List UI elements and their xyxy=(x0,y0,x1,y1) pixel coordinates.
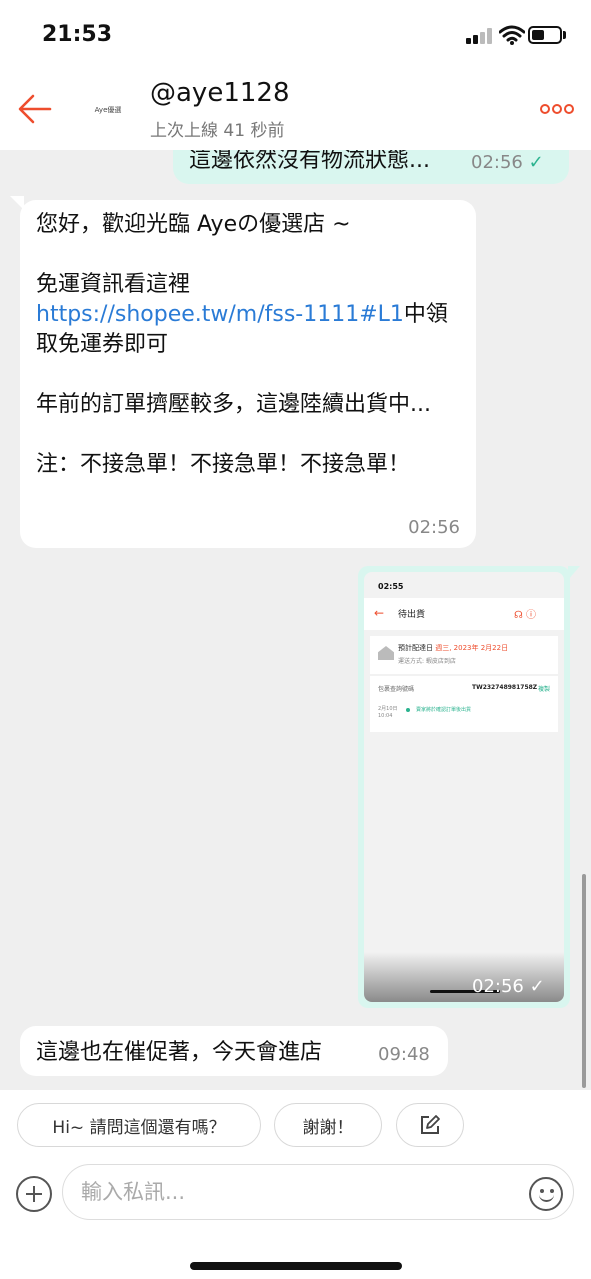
plus-icon[interactable] xyxy=(16,1176,52,1212)
message-time: 02:56 ✓ xyxy=(472,976,545,997)
screenshot-help-icons: ☊ ⓘ xyxy=(514,610,537,621)
shopee-link[interactable]: https://shopee.tw/m/fss-1111#L1 xyxy=(36,302,404,327)
screenshot-title: 待出貨 xyxy=(398,610,426,620)
incoming-message[interactable]: 您好，歡迎光臨 Ayeの優選店 ~ 免運資訊看這裡 https://shopee… xyxy=(20,200,476,548)
screenshot-back-icon: ← xyxy=(374,606,385,620)
last-seen-status: 上次上線 41 秒前 xyxy=(150,121,285,141)
delivery-date: 週三, 2023年 2月22日 xyxy=(435,644,509,652)
message-text: 注：不接急單！不接急單！不接急單！ xyxy=(36,452,411,477)
event-dot xyxy=(406,708,410,712)
more-options-icon[interactable] xyxy=(540,104,574,116)
message-input-container[interactable] xyxy=(62,1164,574,1220)
event-datetime: 2月10日 10:04 xyxy=(378,706,398,719)
edit-icon xyxy=(421,1115,440,1134)
message-time: 02:56 ✓ xyxy=(471,152,544,173)
avatar-logo-text: Aye優選 xyxy=(94,106,122,114)
house-icon xyxy=(378,646,394,660)
message-text: 這邊也在催促著，今天會進店 xyxy=(36,1040,323,1065)
quick-reply-thanks[interactable]: 謝謝！ xyxy=(274,1103,382,1147)
message-input-bar xyxy=(0,1160,591,1279)
back-arrow-icon[interactable] xyxy=(16,90,54,128)
chat-message-list[interactable]: 這邊依然沒有物流狀態... 02:56 ✓ 您好，歡迎光臨 Ayeの優選店 ~ … xyxy=(0,150,591,1090)
read-check-icon: ✓ xyxy=(528,152,544,173)
quick-reply-ask-available[interactable]: Hi~ 請問這個還有嗎？ xyxy=(17,1103,261,1147)
message-text: 年前的訂單擠壓較多，這邊陸續出貨中... xyxy=(36,392,431,417)
outgoing-image-message[interactable]: 02:55 ← 待出貨 ☊ ⓘ 預計配達日 週三, 2023年 2月22日 運送… xyxy=(358,566,570,1008)
quick-replies-bar: Hi~ 請問這個還有嗎？ 謝謝！ xyxy=(0,1090,591,1160)
home-indicator xyxy=(190,1262,402,1270)
tracking-number: TW232748981758Z xyxy=(472,684,538,691)
status-bar: 21:53 xyxy=(0,0,591,70)
emoji-icon[interactable] xyxy=(529,1177,563,1211)
shipping-method: 運送方式: 蝦皮店到店 xyxy=(398,658,456,665)
avatar[interactable]: Aye優選 xyxy=(82,84,134,136)
cellular-signal-icon xyxy=(466,28,494,44)
scrollbar[interactable] xyxy=(582,874,586,1088)
battery-icon xyxy=(528,26,562,44)
event-text: 賣家將於確認訂單後出貨 xyxy=(416,707,472,713)
shared-screenshot-image[interactable]: 02:55 ← 待出貨 ☊ ⓘ 預計配達日 週三, 2023年 2月22日 運送… xyxy=(364,572,564,1002)
message-text: 這邊依然沒有物流狀態... xyxy=(189,150,430,173)
sent-check-icon: ✓ xyxy=(529,976,545,997)
battery-tip xyxy=(563,31,566,39)
chat-username[interactable]: @aye1128 xyxy=(150,78,289,108)
incoming-message[interactable]: 這邊也在催促著，今天會進店 09:48 xyxy=(20,1026,448,1076)
wifi-icon xyxy=(499,25,525,45)
tracking-label: 包裹查詢號碼 xyxy=(378,686,415,693)
status-time: 21:53 xyxy=(42,22,113,47)
screenshot-time: 02:55 xyxy=(378,582,404,591)
message-text: 您好，歡迎光臨 Ayeの優選店 ~ xyxy=(36,212,351,237)
chat-header: Aye優選 @aye1128 上次上線 41 秒前 xyxy=(0,70,591,150)
message-text-link-line: 免運資訊看這裡 https://shopee.tw/m/fss-1111#L1中… xyxy=(36,272,448,357)
message-time: 02:56 xyxy=(408,517,460,538)
outgoing-message[interactable]: 這邊依然沒有物流狀態... 02:56 ✓ xyxy=(173,150,569,184)
message-time: 09:48 xyxy=(378,1044,430,1065)
copy-label: 複製 xyxy=(538,686,551,693)
message-input[interactable] xyxy=(81,1177,521,1207)
edit-quick-replies-button[interactable] xyxy=(396,1103,464,1147)
delivery-label: 預計配達日 xyxy=(398,644,433,652)
